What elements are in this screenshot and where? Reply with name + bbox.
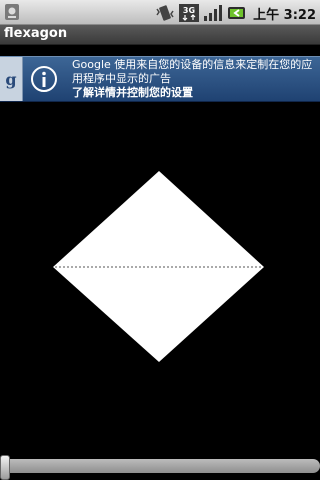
signal-icon xyxy=(204,5,223,21)
ad-settings-link[interactable]: 了解详情并控制您的设置 xyxy=(72,86,316,100)
slider-track[interactable] xyxy=(0,459,320,473)
status-bar: 3G 上午 3:22 xyxy=(0,0,320,25)
app-title-bar: flexagon xyxy=(0,25,320,45)
google-logo-icon: g xyxy=(0,57,23,101)
slider-thumb[interactable] xyxy=(0,455,10,480)
3g-icon: 3G xyxy=(179,4,200,22)
vibrate-icon xyxy=(156,5,174,21)
rotation-slider[interactable] xyxy=(0,455,320,480)
flexagon-drawing xyxy=(53,171,264,362)
status-icons: 3G 上午 3:22 xyxy=(155,2,316,24)
svg-text:3G: 3G xyxy=(183,6,195,15)
flexagon-canvas[interactable] xyxy=(0,103,320,453)
info-icon[interactable] xyxy=(30,65,58,93)
ad-text: Google 使用来自您的设备的信息来定制在您的应用程序中显示的广告 了解详情并… xyxy=(72,58,316,100)
device-icon xyxy=(5,4,19,20)
ad-banner[interactable]: g Google 使用来自您的设备的信息来定制在您的应用程序中显示的广告 了解详… xyxy=(0,56,320,102)
battery-icon xyxy=(228,7,246,19)
app-title: flexagon xyxy=(4,26,68,41)
ad-disclosure-text: Google 使用来自您的设备的信息来定制在您的应用程序中显示的广告 xyxy=(72,58,313,85)
clock: 上午 3:22 xyxy=(253,7,316,23)
